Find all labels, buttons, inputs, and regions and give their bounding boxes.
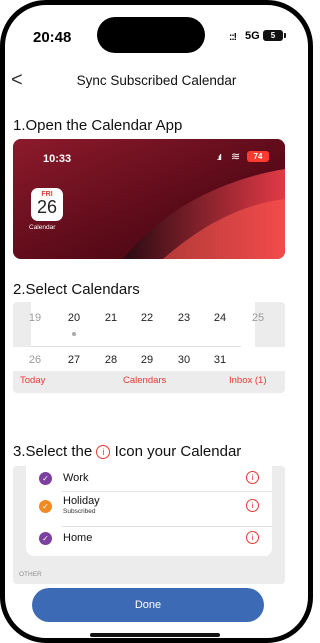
calendar-name: Holiday	[63, 495, 100, 507]
calendar-day: 20	[67, 312, 81, 324]
calendar-app-illustration: 10:33 .ıl ≋ 74 FRI 26 Calendar	[13, 139, 285, 259]
illustration-battery-icon: 74	[247, 151, 269, 162]
check-icon: ✓	[39, 500, 52, 513]
check-icon: ✓	[39, 472, 52, 485]
calendar-divider	[31, 346, 241, 347]
calendar-icon-day: 26	[36, 197, 58, 217]
calendar-name: Home	[63, 532, 93, 544]
step-2-heading: 2.Select Calendars	[13, 281, 140, 298]
calendar-list-preview: ✓ Work i ✓ Holiday Subscribed i ✓ Home i…	[13, 466, 285, 584]
calendar-day: 31	[213, 354, 227, 366]
section-label-other: OTHER	[19, 571, 42, 578]
inbox-tab: Inbox (1)	[229, 375, 267, 386]
status-time: 20:48	[33, 29, 72, 46]
calendar-day: 30	[177, 354, 191, 366]
step-3-prefix: 3.Select the	[13, 443, 93, 460]
calendar-toolbar: Today Calendars Inbox (1)	[13, 375, 285, 391]
calendar-day: 26	[28, 354, 42, 366]
calendars-tab: Calendars	[123, 375, 167, 386]
calendar-day: 21	[104, 312, 118, 324]
info-circle-icon: i	[246, 531, 259, 544]
calendar-day: 25	[251, 312, 265, 324]
event-dot	[72, 332, 76, 336]
battery-icon: 5	[263, 30, 286, 41]
info-circle-icon: i	[246, 471, 259, 484]
calendar-day: 29	[140, 354, 154, 366]
page-title: Sync Subscribed Calendar	[76, 73, 237, 88]
home-indicator	[90, 633, 220, 637]
status-bar: 20:48 ::! 5G 5	[5, 5, 308, 57]
calendar-name: Work	[63, 472, 89, 484]
calendar-day: 23	[177, 312, 191, 324]
signal-icon: ::!	[229, 32, 237, 43]
illustration-wifi-icon: ≋	[231, 151, 241, 163]
list-item: ✓ Home i	[26, 530, 272, 548]
step-3-suffix: Icon your Calendar	[114, 443, 242, 460]
info-circle-icon: i	[246, 499, 259, 512]
list-item: ✓ Work i	[26, 470, 272, 488]
list-item: ✓ Holiday Subscribed i	[26, 493, 272, 521]
calendar-day: 19	[28, 312, 42, 324]
calendar-app-icon: FRI 26	[31, 188, 63, 221]
step-1-heading: 1.Open the Calendar App	[13, 117, 183, 134]
calendar-app-label: Calendar	[29, 224, 56, 231]
list-divider	[62, 526, 272, 527]
calendar-preview: 19 20 21 22 23 24 25 26 27 28 29 30 31 T…	[13, 302, 285, 393]
info-circle-icon: i	[96, 445, 111, 459]
calendar-week-row: 26 27 28 29 30 31	[13, 354, 285, 372]
dynamic-island	[97, 17, 205, 53]
calendar-day: 22	[140, 312, 154, 324]
illustration-time: 10:33	[43, 153, 72, 165]
nav-bar: < Sync Subscribed Calendar	[5, 67, 308, 95]
illustration-signal-icon: .ıl	[217, 153, 222, 162]
calendar-list: ✓ Work i ✓ Holiday Subscribed i ✓ Home i	[26, 466, 272, 556]
done-button[interactable]: Done	[32, 588, 264, 622]
phone-frame: 20:48 ::! 5G 5 < Sync Subscribed Calenda…	[0, 0, 313, 643]
list-divider	[62, 491, 272, 492]
calendar-day: 28	[104, 354, 118, 366]
today-tab: Today	[20, 375, 46, 386]
network-type: 5G	[245, 30, 260, 42]
calendar-day: 24	[213, 312, 227, 324]
calendar-week-row: 19 20 21 22 23 24 25	[13, 312, 285, 330]
calendar-day: 27	[67, 354, 81, 366]
calendar-subtitle: Subscribed	[63, 508, 96, 515]
step-3-heading: 3.Select the i Icon your Calendar	[13, 443, 241, 460]
check-icon: ✓	[39, 532, 52, 545]
